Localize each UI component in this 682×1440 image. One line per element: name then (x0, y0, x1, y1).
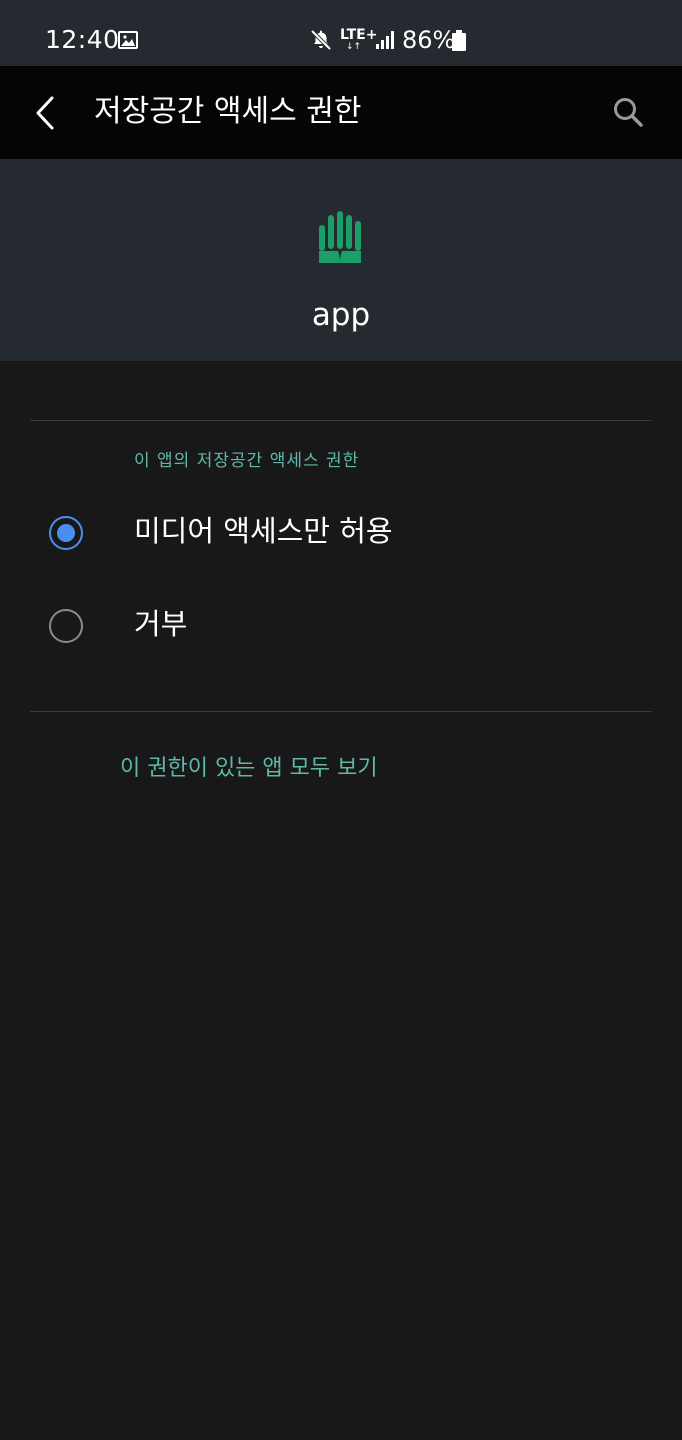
back-arrow-icon (36, 96, 54, 130)
radio-option-deny[interactable]: 거부 (0, 580, 682, 672)
radio-button-selected[interactable] (49, 516, 83, 550)
network-activity-icon: ↓↑ (346, 42, 362, 52)
search-icon (614, 98, 643, 127)
radio-label: 거부 (134, 607, 188, 641)
status-bar: 12:40 LTE+ ↓↑ 86% (0, 0, 682, 66)
battery-icon (452, 30, 466, 51)
app-name: app (311, 297, 371, 333)
radio-label: 미디어 액세스만 허용 (134, 514, 393, 548)
hand-icon (319, 211, 361, 263)
radio-button[interactable] (49, 609, 83, 643)
search-button[interactable] (600, 86, 656, 138)
see-all-apps-link[interactable]: 이 권한이 있는 앱 모두 보기 (120, 754, 378, 784)
signal-icon (376, 31, 394, 49)
radio-dot (57, 524, 75, 542)
page-title: 저장공간 액세스 권한 (94, 94, 362, 129)
status-time: 12:40 (45, 25, 120, 54)
app-header: app (0, 159, 682, 361)
divider (30, 420, 652, 421)
network-type: LTE+ (340, 27, 378, 43)
section-header: 이 앱의 저장공간 액세스 권한 (134, 451, 360, 471)
mute-icon (310, 29, 332, 51)
app-bar: 저장공간 액세스 권한 (0, 66, 682, 159)
back-button[interactable] (22, 86, 70, 138)
gallery-icon (118, 31, 138, 49)
divider (30, 711, 652, 712)
radio-option-allow-media[interactable]: 미디어 액세스만 허용 (0, 487, 682, 579)
battery-percentage: 86% (402, 26, 456, 54)
